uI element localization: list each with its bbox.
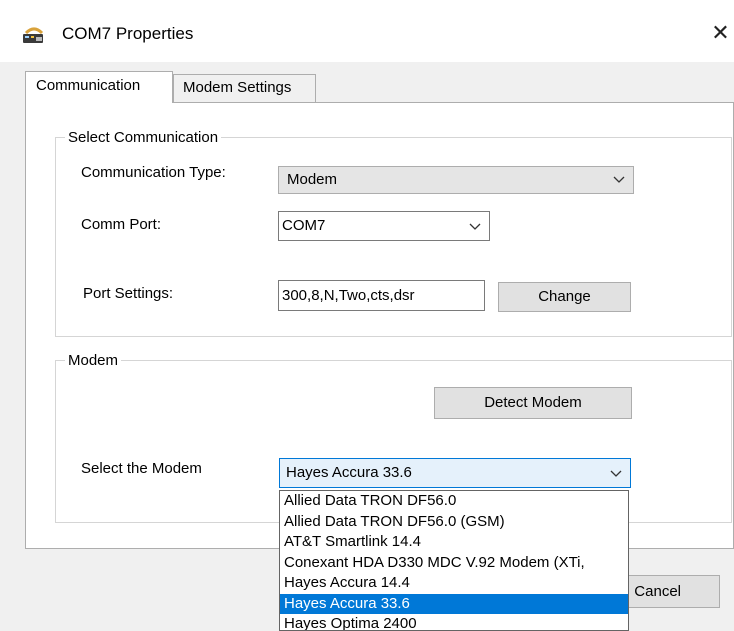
close-button[interactable]: ✕: [707, 19, 734, 47]
modem-dropdown-list[interactable]: Allied Data TRON DF56.0 Allied Data TRON…: [279, 490, 629, 631]
chevron-down-icon: [469, 223, 481, 230]
tab-panel-communication: Select Communication Communication Type:…: [25, 102, 734, 549]
modem-legend: Modem: [68, 352, 119, 369]
tab-communication[interactable]: Communication: [25, 71, 173, 103]
window-title: COM7 Properties: [62, 24, 194, 43]
chevron-down-icon: [613, 176, 625, 183]
list-item[interactable]: Allied Data TRON DF56.0: [280, 491, 628, 512]
list-item[interactable]: Hayes Optima 2400: [280, 614, 628, 630]
modem-phone-icon: [23, 27, 44, 43]
port-settings-field[interactable]: 300,8,N,Two,cts,dsr: [278, 280, 485, 311]
select-modem-combobox[interactable]: Hayes Accura 33.6: [279, 458, 631, 488]
list-item-selected[interactable]: Hayes Accura 33.6: [280, 593, 628, 614]
detect-modem-button[interactable]: Detect Modem: [434, 387, 632, 419]
chevron-down-icon: [610, 470, 622, 477]
communication-type-select[interactable]: Modem: [278, 166, 634, 194]
select-modem-label: Select the Modem: [81, 460, 202, 477]
comm-port-value: COM7: [282, 217, 326, 234]
list-item[interactable]: Conexant HDA D330 MDC V.92 Modem (XTi,: [280, 553, 628, 574]
tab-modem-settings[interactable]: Modem Settings: [173, 74, 316, 103]
communication-type-label: Communication Type:: [81, 164, 226, 181]
change-button[interactable]: Change: [498, 282, 631, 312]
select-communication-legend: Select Communication: [68, 129, 219, 146]
communication-type-value: Modem: [287, 171, 338, 188]
comm-port-label: Comm Port:: [81, 216, 162, 233]
comm-port-select[interactable]: COM7: [278, 211, 490, 241]
port-settings-label: Port Settings:: [83, 285, 174, 302]
list-item[interactable]: Allied Data TRON DF56.0 (GSM): [280, 512, 628, 533]
select-modem-value: Hayes Accura 33.6: [286, 464, 412, 481]
list-item[interactable]: Hayes Accura 14.4: [280, 573, 628, 594]
title-bar: COM7 Properties ✕: [0, 0, 734, 62]
list-item[interactable]: AT&T Smartlink 14.4: [280, 532, 628, 553]
